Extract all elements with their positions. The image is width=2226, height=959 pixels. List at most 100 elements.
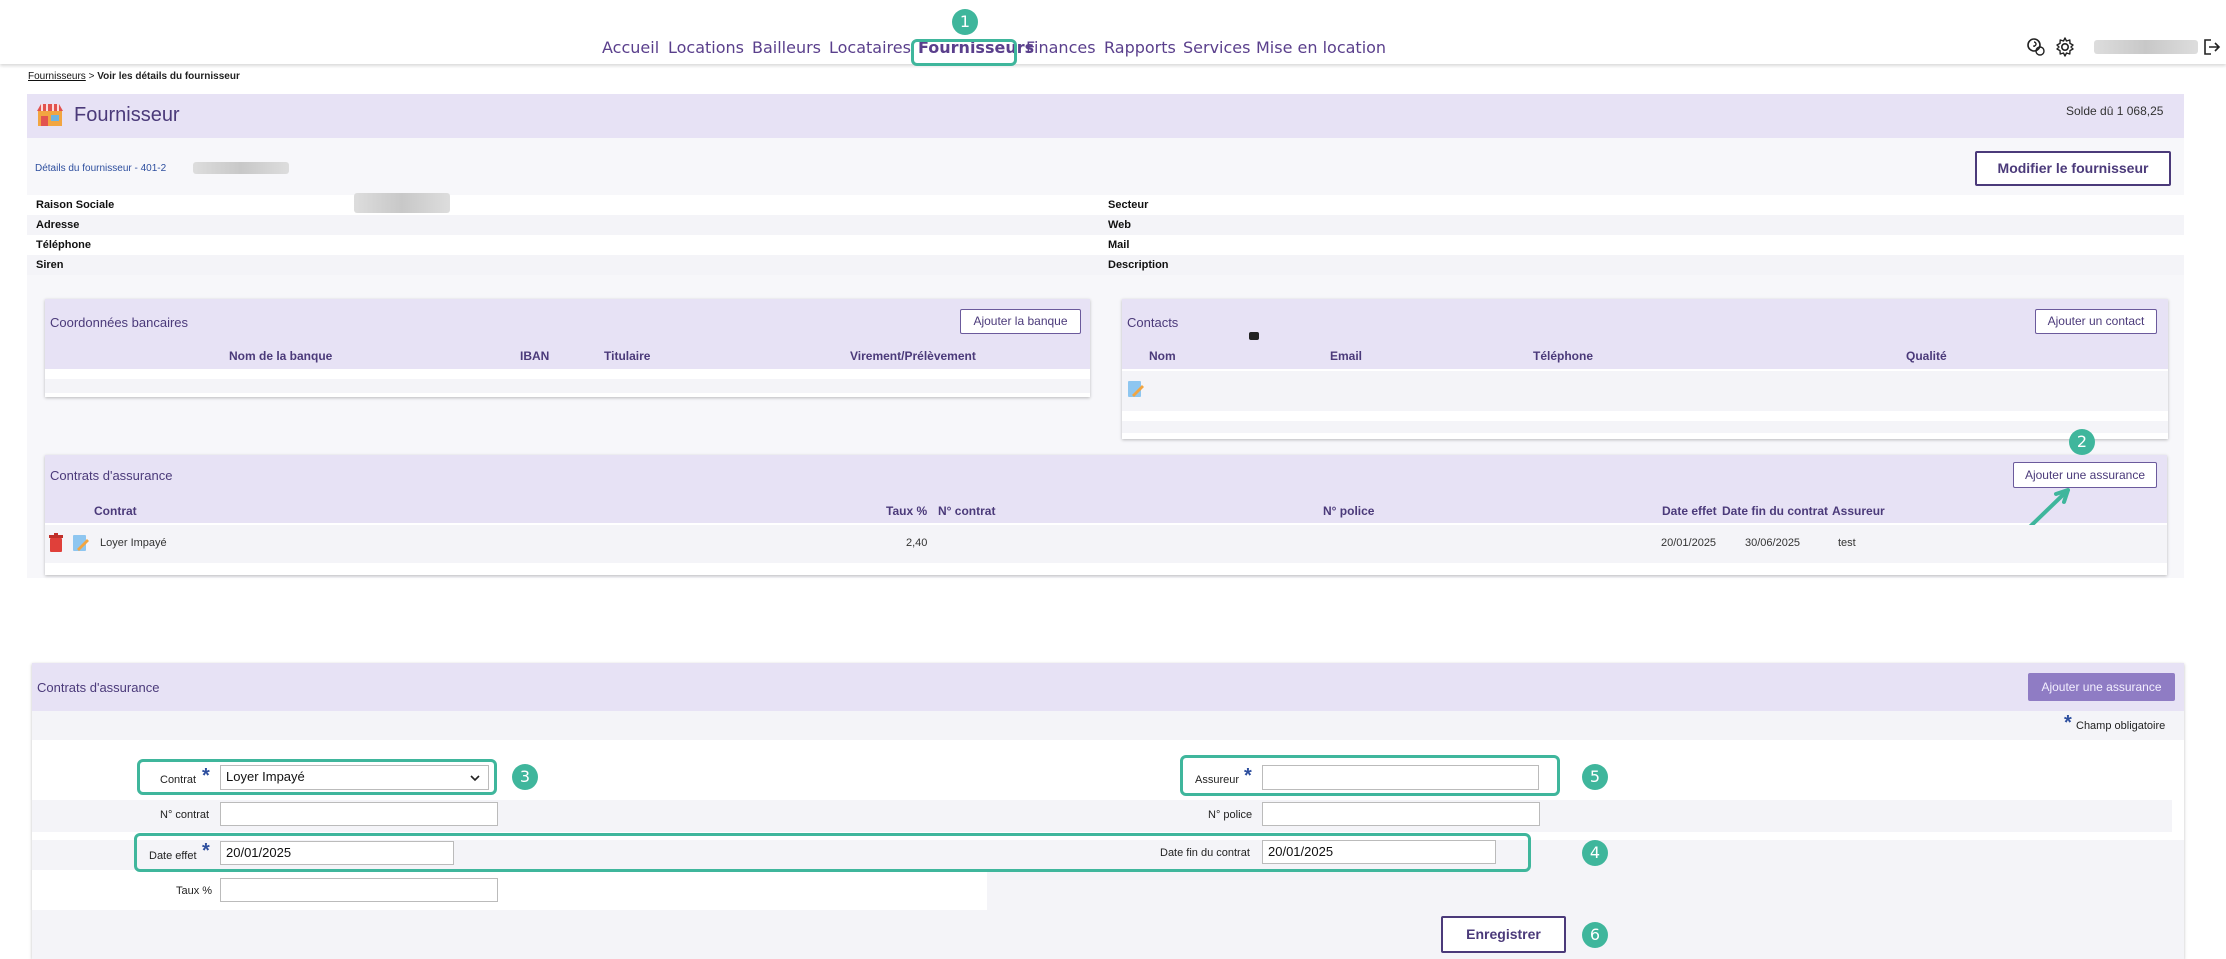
nav-services[interactable]: Services — [1183, 38, 1250, 57]
label-siren: Siren — [36, 259, 64, 271]
insurance-col-n-police: N° police — [1323, 504, 1375, 518]
bank-col-nom: Nom de la banque — [229, 349, 333, 363]
collapse-toggle-icon[interactable] — [1249, 332, 1259, 340]
breadcrumb-current: Voir les détails du fournisseur — [97, 71, 240, 82]
delete-trash-icon[interactable] — [48, 533, 64, 553]
nav-locataires[interactable]: Locataires — [829, 38, 911, 57]
nav-rapports[interactable]: Rapports — [1104, 38, 1176, 57]
label-web: Web — [1108, 219, 1132, 231]
page-title: Fournisseur — [74, 104, 180, 126]
bank-col-titulaire: Titulaire — [604, 349, 651, 363]
user-name-blurred — [2094, 40, 2198, 54]
breadcrumb: Fournisseurs > Voir les détails du fourn… — [28, 71, 240, 82]
n-contrat-label: N° contrat — [160, 809, 210, 821]
nav-accueil[interactable]: Accueil — [602, 38, 659, 57]
bank-title: Coordonnées bancaires — [50, 315, 189, 330]
label-mail: Mail — [1108, 239, 1130, 251]
assureur-label: Assureur — [1195, 774, 1240, 786]
insurance-col-date-fin: Date fin du contrat — [1722, 504, 1829, 518]
details-id-blurred — [193, 162, 289, 174]
row-date-effet: 20/01/2025 — [1661, 537, 1717, 549]
form-header — [32, 663, 2184, 711]
n-police-input[interactable] — [1262, 802, 1540, 826]
insurance-col-taux: Taux % — [886, 504, 928, 518]
label-description: Description — [1108, 259, 1169, 271]
required-star: * — [202, 765, 210, 787]
top-navigation: Accueil Locations Bailleurs Locataires F… — [0, 0, 2226, 66]
insurance-title: Contrats d'assurance — [50, 468, 173, 483]
add-bank-button[interactable]: Ajouter la banque — [960, 309, 1081, 334]
step-badge-2: 2 — [2069, 429, 2095, 455]
required-note: Champ obligatoire — [2076, 720, 2166, 732]
edit-pencil-icon[interactable] — [1126, 379, 1146, 399]
bank-col-virement: Virement/Prélèvement — [850, 349, 976, 363]
contacts-col-nom: Nom — [1149, 349, 1176, 363]
n-contrat-input[interactable] — [220, 802, 498, 826]
label-secteur: Secteur — [1108, 199, 1149, 211]
insurance-col-date-effet: Date effet — [1662, 504, 1717, 518]
label-adresse: Adresse — [36, 219, 80, 231]
nav-locations[interactable]: Locations — [668, 38, 744, 57]
page-header — [27, 94, 2184, 138]
row-assureur: test — [1838, 537, 1856, 549]
contrat-select-value: Loyer Impayé — [226, 769, 305, 784]
date-fin-input[interactable]: 20/01/2025 — [1262, 840, 1496, 864]
row-contrat: Loyer Impayé — [100, 537, 167, 549]
date-fin-label: Date fin du contrat — [1160, 847, 1250, 859]
nav-mise-en-location[interactable]: Mise en location — [1256, 38, 1386, 57]
row-date-fin: 30/06/2025 — [1745, 537, 1801, 549]
insurance-col-assureur: Assureur — [1832, 504, 1885, 518]
date-effet-input[interactable]: 20/01/2025 — [220, 841, 454, 865]
step-badge-3: 3 — [512, 764, 538, 790]
supplier-store-icon — [37, 104, 63, 126]
nav-finances[interactable]: Finances — [1026, 38, 1096, 57]
nav-bailleurs[interactable]: Bailleurs — [752, 38, 821, 57]
contacts-panel-header — [1122, 299, 2168, 369]
chevron-down-icon — [470, 775, 480, 782]
highlight-fournisseurs — [911, 39, 1017, 66]
date-effet-label: Date effet — [149, 850, 197, 862]
help-chat-icon[interactable] — [2026, 37, 2046, 57]
assureur-input[interactable] — [1262, 765, 1539, 790]
breadcrumb-separator: > — [85, 71, 98, 82]
contacts-empty-row — [1122, 421, 2168, 433]
raison-sociale-value-blurred — [354, 193, 450, 213]
step-badge-4: 4 — [1582, 840, 1608, 866]
details-row-stripe-2 — [27, 255, 2184, 275]
taux-label: Taux % — [176, 885, 213, 897]
contrat-label: Contrat — [160, 774, 197, 786]
required-star: * — [1244, 765, 1252, 787]
details-title: Détails du fournisseur - 401-2 — [35, 163, 167, 174]
contacts-row — [1122, 371, 2168, 411]
balance-due: Solde dû 1 068,25 — [2066, 104, 2164, 118]
save-button[interactable]: Enregistrer — [1441, 916, 1566, 953]
contacts-col-qualite: Qualité — [1906, 349, 1947, 363]
n-police-label: N° police — [1208, 809, 1253, 821]
bank-col-iban: IBAN — [520, 349, 550, 363]
required-star: * — [202, 840, 210, 862]
logout-icon[interactable] — [2202, 37, 2222, 57]
insurance-col-n-contrat: N° contrat — [938, 504, 996, 518]
insurance-col-contrat: Contrat — [94, 504, 137, 518]
add-insurance-button-disabled[interactable]: Ajouter une assurance — [2028, 673, 2175, 701]
label-raison-sociale: Raison Sociale — [36, 199, 115, 211]
step-badge-6: 6 — [1582, 922, 1608, 948]
details-row-stripe-1 — [27, 215, 2184, 235]
required-star-legend: * — [2064, 712, 2072, 734]
taux-input[interactable] — [220, 878, 498, 902]
breadcrumb-link-fournisseurs[interactable]: Fournisseurs — [28, 71, 86, 82]
step-badge-5: 5 — [1582, 764, 1608, 790]
edit-supplier-button[interactable]: Modifier le fournisseur — [1975, 151, 2171, 186]
contacts-col-telephone: Téléphone — [1533, 349, 1594, 363]
form-title: Contrats d'assurance — [37, 680, 160, 695]
contacts-title: Contacts — [1127, 315, 1179, 330]
bank-empty-row — [45, 379, 1090, 393]
gear-icon[interactable] — [2054, 36, 2076, 58]
edit-pencil-icon[interactable] — [71, 533, 91, 553]
step-badge-1: 1 — [952, 9, 978, 35]
contacts-col-email: Email — [1330, 349, 1363, 363]
add-contact-button[interactable]: Ajouter un contact — [2035, 309, 2157, 334]
label-telephone: Téléphone — [36, 239, 92, 251]
contrat-select[interactable]: Loyer Impayé — [220, 765, 489, 790]
row-taux: 2,40 — [906, 537, 928, 549]
